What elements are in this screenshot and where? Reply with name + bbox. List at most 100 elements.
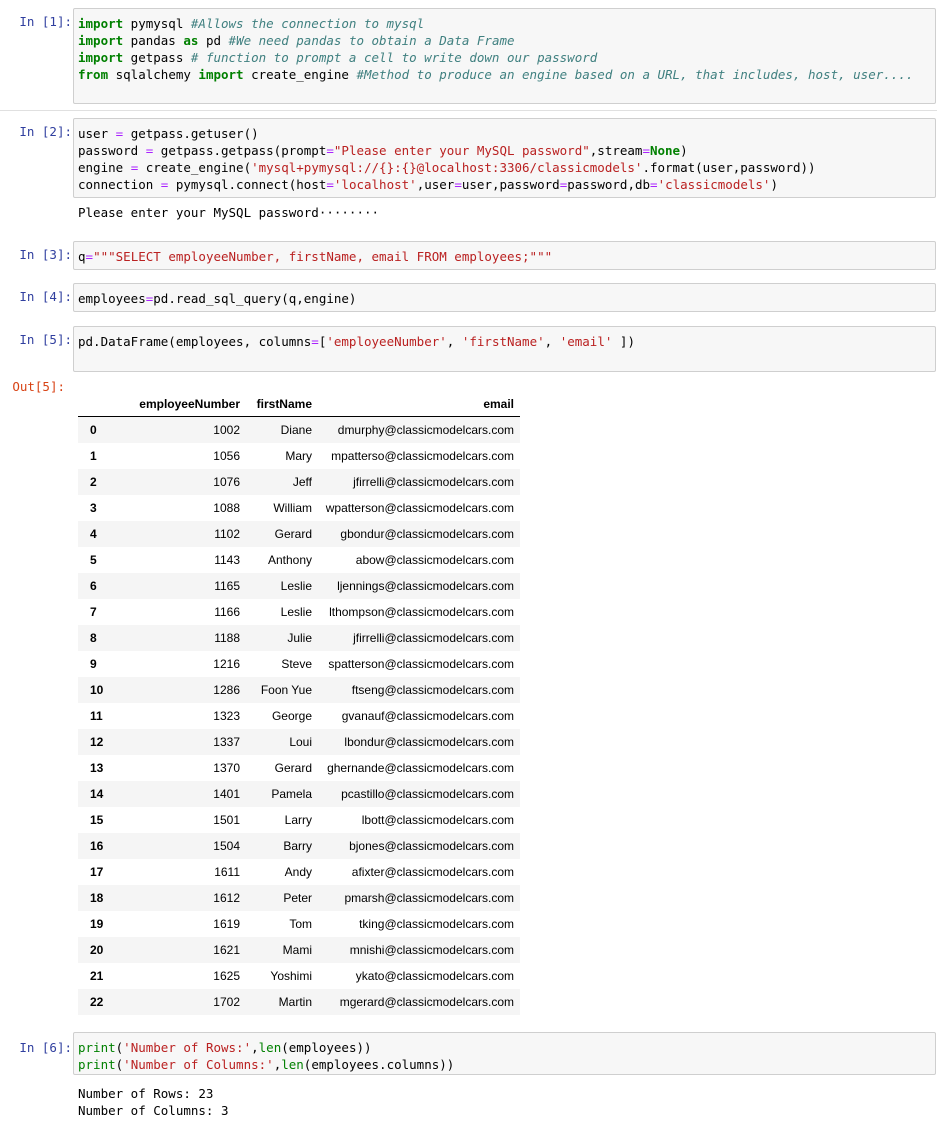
- notebook-cell-5[interactable]: In [5]: pd.DataFrame(employees, columns=…: [0, 326, 937, 372]
- table-cell: Yoshimi: [270, 969, 312, 983]
- code-line: engine = create_engine('mysql+pymysql://…: [78, 159, 931, 176]
- column-header: email: [318, 392, 520, 417]
- table-cell: mgerard@classicmodelcars.com: [339, 995, 514, 1009]
- table-cell: mpatterso@classicmodelcars.com: [331, 449, 514, 463]
- code-token: 'localhost': [333, 177, 417, 192]
- table-cell: 1501: [213, 813, 240, 827]
- column-header: employeeNumber: [114, 392, 246, 417]
- table-header-row: employeeNumber firstName email: [78, 392, 520, 417]
- table-cell: 1401: [213, 787, 240, 801]
- code-line: employees=pd.read_sql_query(q,engine): [78, 290, 931, 307]
- code-token: 'classicmodels': [657, 177, 771, 192]
- table-cell: tking@classicmodelcars.com: [359, 917, 514, 931]
- code-line: user = getpass.getuser(): [78, 125, 931, 142]
- table-cell: wpatterson@classicmodelcars.com: [325, 501, 514, 515]
- table-cell: 1621: [213, 943, 240, 957]
- table-cell: pmarsh@classicmodelcars.com: [344, 891, 514, 905]
- notebook-cell-4[interactable]: In [4]: employees=pd.read_sql_query(q,en…: [0, 283, 937, 313]
- code-token: ,: [446, 334, 462, 349]
- row-index: 13: [90, 761, 104, 775]
- code-line: pd.DataFrame(employees, columns=['employ…: [78, 333, 931, 350]
- notebook-cell-3[interactable]: In [3]: q="""SELECT employeeNumber, firs…: [0, 241, 937, 271]
- code-input[interactable]: employees=pd.read_sql_query(q,engine): [73, 283, 936, 312]
- table-row: 13 1370 Gerard ghernande@classicmodelcars.c…: [78, 755, 520, 781]
- code-token: import: [78, 33, 124, 48]
- table-cell: ghernande@classicmodelcars.com: [327, 761, 514, 775]
- table-cell: 1611: [214, 865, 240, 879]
- input-prompt: In [5]:: [19, 332, 72, 347]
- row-index: 12: [90, 735, 104, 749]
- code-input[interactable]: pd.DataFrame(employees, columns=['employ…: [73, 326, 936, 372]
- code-input[interactable]: import pymysql #Allows the connection to…: [73, 8, 936, 104]
- table-row: 6 1165 Leslie ljennings@classicmodelcars.co…: [78, 573, 520, 599]
- code-token: ]): [612, 334, 635, 349]
- dataframe-table: employeeNumber firstName email 0 1002 Dian…: [78, 392, 520, 1015]
- code-input[interactable]: q="""SELECT employeeNumber, firstName, e…: [73, 241, 936, 270]
- row-index: 22: [90, 995, 104, 1009]
- table-row: 12 1337 Loui lbondur@classicmodelcars.com: [78, 729, 520, 755]
- code-token: print: [78, 1040, 116, 1055]
- code-token: #Allows the connection to mysql: [190, 16, 425, 31]
- code-token: len: [281, 1057, 304, 1072]
- code-token: None: [649, 143, 681, 158]
- table-cell: Jeff: [292, 475, 312, 489]
- table-cell: 1619: [213, 917, 240, 931]
- code-token: print: [78, 1057, 116, 1072]
- code-token: =: [311, 334, 319, 349]
- table-row: 3 1088 William wpatterson@classicmodelcars.…: [78, 495, 520, 521]
- table-row: 14 1401 Pamela pcastillo@classicmodelcars.c…: [78, 781, 520, 807]
- table-cell: 1337: [213, 735, 240, 749]
- table-cell: mnishi@classicmodelcars.com: [349, 943, 514, 957]
- table-cell: 1702: [213, 995, 240, 1009]
- code-token: 'employeeNumber': [326, 334, 447, 349]
- table-row: 16 1504 Barry bjones@classicmodelcars.com: [78, 833, 520, 859]
- table-row: 15 1501 Larry lbott@classicmodelcars.com: [78, 807, 520, 833]
- code-token: import: [198, 67, 244, 82]
- code-token: pd.read_sql_query(q,engine): [153, 291, 357, 306]
- table-row: 4 1102 Gerard gbondur@classicmodelcars.com: [78, 521, 520, 547]
- code-line: import pandas as pd #We need pandas to o…: [78, 32, 931, 49]
- code-token: as: [183, 33, 199, 48]
- notebook-cell-6[interactable]: In [6]: print('Number of Rows:',len(empl…: [0, 1032, 937, 1122]
- notebook-cell-1[interactable]: In [1]: import pymysql #Allows the conne…: [0, 8, 937, 108]
- code-line: import pymysql #Allows the connection to…: [78, 15, 931, 32]
- table-cell: 1166: [214, 605, 240, 619]
- table-cell: William: [273, 501, 312, 515]
- code-token: # function to prompt a cell to write dow…: [190, 50, 598, 65]
- code-token: .format(user,password)): [642, 160, 816, 175]
- table-cell: lbott@classicmodelcars.com: [361, 813, 514, 827]
- code-token: 'mysql+pymysql://{}:{}@localhost:3306/cl…: [251, 160, 643, 175]
- table-cell: Barry: [283, 839, 312, 853]
- code-token: "Please enter your MySQL password": [333, 143, 590, 158]
- table-cell: 1504: [213, 839, 240, 853]
- table-row: 11 1323 George gvanauf@classicmodelcars.com: [78, 703, 520, 729]
- code-token: password,db: [567, 177, 651, 192]
- code-token: len: [258, 1040, 282, 1055]
- row-index: 18: [90, 891, 104, 905]
- code-token: 'Number of Rows:': [123, 1040, 252, 1055]
- row-index: 7: [90, 605, 97, 619]
- code-token: import: [78, 16, 124, 31]
- table-cell: 1286: [213, 683, 240, 697]
- table-cell: 1165: [214, 579, 240, 593]
- table-cell: jfirrelli@classicmodelcars.com: [353, 631, 514, 645]
- code-token: 'Number of Columns:': [123, 1057, 274, 1072]
- code-token: getpass.getpass(prompt: [153, 143, 327, 158]
- stdout-output: Number of Rows: 23 Number of Columns: 3: [78, 1086, 229, 1118]
- table-cell: ykato@classicmodelcars.com: [355, 969, 514, 983]
- code-input[interactable]: user = getpass.getuser() password = getpa…: [73, 118, 936, 198]
- notebook-cell-2[interactable]: In [2]: user = getpass.getuser() password…: [0, 118, 937, 228]
- table-cell: 1625: [213, 969, 240, 983]
- code-token: (employees)): [281, 1040, 372, 1055]
- table-row: 20 1621 Mami mnishi@classicmodelcars.com: [78, 937, 520, 963]
- table-cell: lbondur@classicmodelcars.com: [344, 735, 514, 749]
- row-index: 6: [90, 579, 97, 593]
- table-row: 10 1286 Foon Yue ftseng@classicmodelcars.co…: [78, 677, 520, 703]
- table-cell: Leslie: [280, 605, 312, 619]
- code-token: =: [326, 143, 334, 158]
- input-prompt: In [4]:: [19, 289, 72, 304]
- code-input[interactable]: print('Number of Rows:',len(employees)) p…: [73, 1032, 936, 1075]
- input-prompt: In [1]:: [19, 14, 72, 29]
- input-prompt: In [6]:: [19, 1040, 72, 1055]
- table-row: 5 1143 Anthony abow@classicmodelcars.com: [78, 547, 520, 573]
